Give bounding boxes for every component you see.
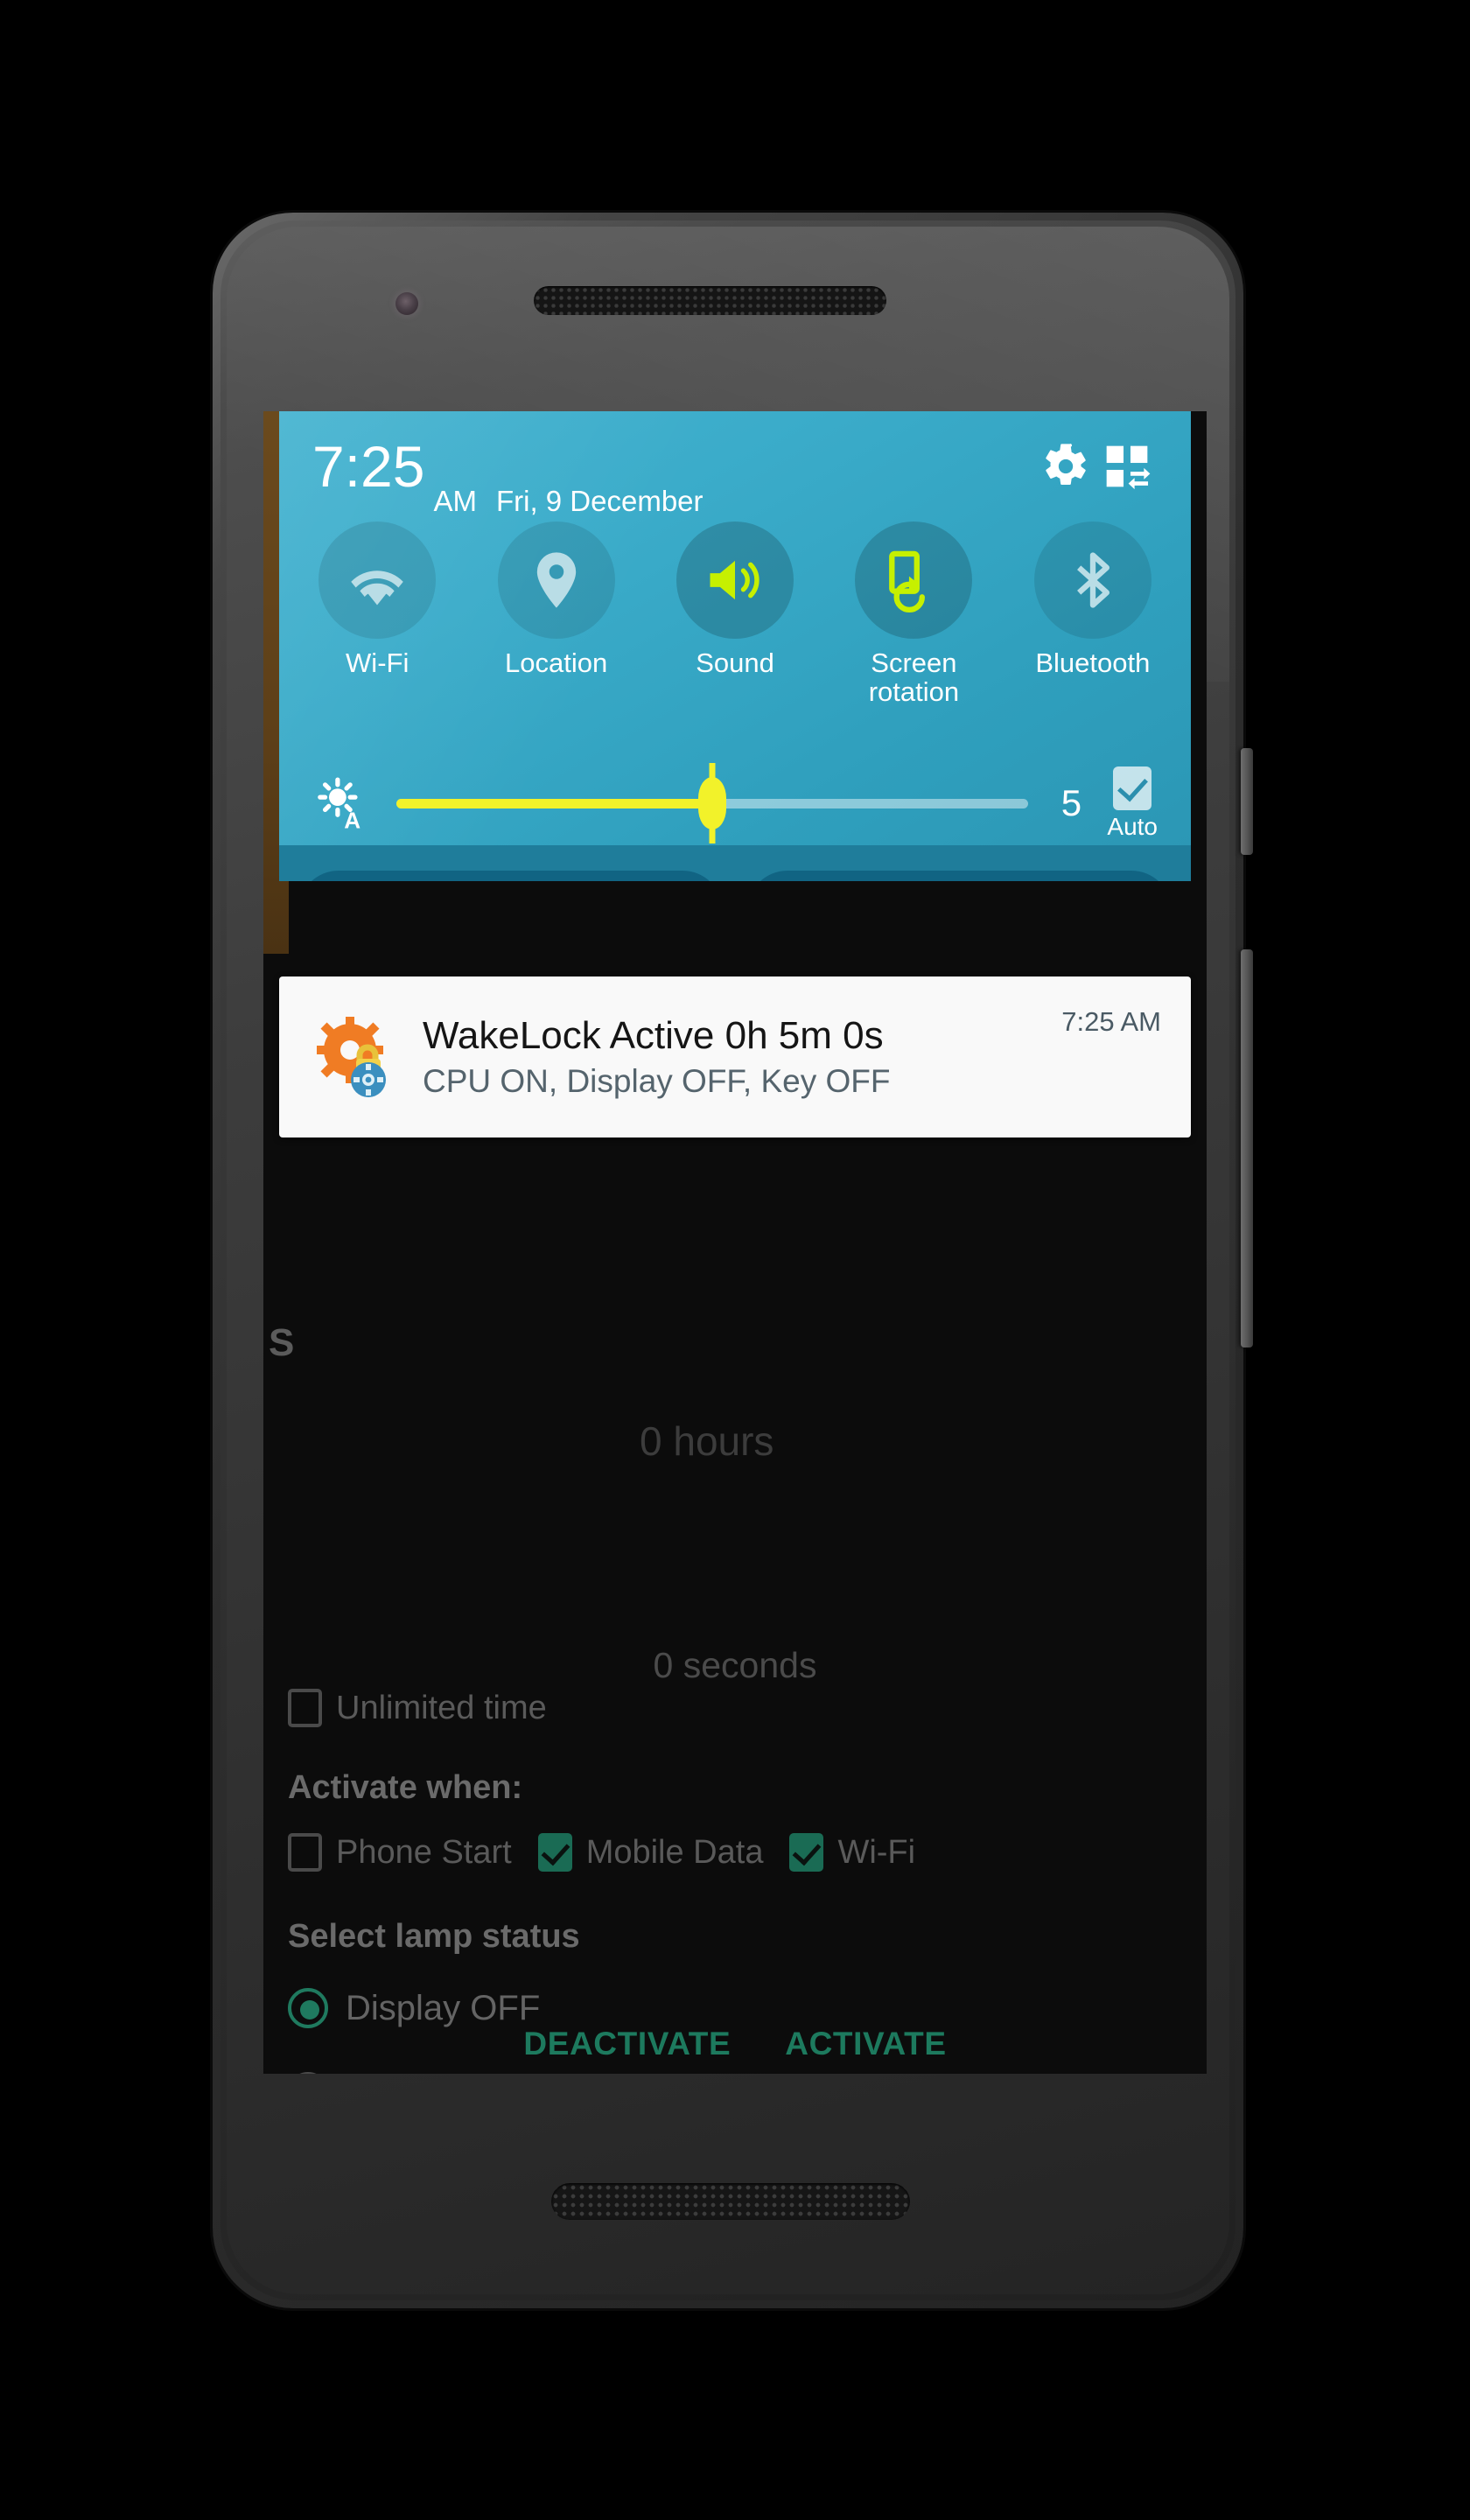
svg-text:A: A (344, 808, 360, 832)
clock-time: 7:25 (312, 434, 425, 499)
toggle-bluetooth[interactable]: Bluetooth (1004, 522, 1182, 740)
toggle-screen-rotation-label: Screen rotation (868, 648, 960, 707)
seconds-label: 0 seconds (653, 1645, 817, 1685)
toggle-location[interactable]: Location (466, 522, 645, 740)
earpiece-speaker-grille (534, 286, 886, 315)
toggle-bluetooth-label: Bluetooth (1035, 648, 1151, 678)
notification-title: WakeLock Active 0h 5m 0s (423, 1013, 884, 1057)
unlimited-time-label: Unlimited time (336, 1689, 547, 1726)
activate-when-heading: Activate when: (288, 1769, 523, 1806)
wifi-icon (351, 570, 403, 606)
toggle-screen-rotation-circle[interactable] (855, 522, 973, 639)
brightness-auto-icon: A (318, 777, 360, 832)
location-pin-icon (536, 552, 576, 608)
brightness-slider-fill (396, 798, 713, 808)
toggle-bluetooth-circle[interactable] (1033, 522, 1152, 639)
mobile-data-checkbox[interactable] (537, 1833, 572, 1872)
edit-quick-settings-button[interactable] (1096, 436, 1158, 497)
quick-settings-panel: 7:25 AM Fri, 9 December Wi-Fi Location S… (279, 411, 1191, 881)
activate-button[interactable]: ACTIVATE (785, 2026, 946, 2062)
date-label: Fri, 9 December (495, 485, 704, 517)
bluetooth-icon (1076, 552, 1110, 608)
gear-icon (1046, 444, 1086, 485)
wifi-checkbox-label: Wi-Fi (837, 1833, 916, 1871)
clock-ampm: AM (433, 485, 477, 517)
lamp-option-display-off[interactable]: Display OFF (288, 1988, 540, 2028)
radio-display-dim[interactable] (288, 2072, 328, 2074)
toggle-wifi[interactable]: Wi-Fi (288, 522, 466, 740)
radio-display-dim-label: Display DIM (346, 2073, 535, 2075)
quick-actions-row: S Finder Quick connect (279, 845, 1191, 881)
brightness-row: A 5 Auto (279, 761, 1191, 845)
bottom-speaker-grille (551, 2183, 910, 2220)
settings-gear-button[interactable] (1035, 436, 1096, 497)
quick-toggle-row: Wi-Fi Location Sound Screen rotation Blu… (279, 522, 1191, 740)
screen-rotation-icon (889, 550, 926, 613)
brightness-slider-track[interactable] (396, 777, 1029, 830)
app-peek-hours: 0 hours (640, 1418, 774, 1464)
auto-brightness-toggle[interactable]: Auto (1107, 766, 1158, 841)
toggle-wifi-label: Wi-Fi (346, 648, 410, 678)
toggle-location-circle[interactable] (497, 522, 615, 639)
quick-settings-edit-icon (1106, 445, 1151, 490)
deactivate-button[interactable]: DEACTIVATE (523, 2026, 731, 2062)
app-peek-letter: S (269, 1321, 295, 1364)
brightness-slider-thumb[interactable] (698, 777, 727, 830)
power-button[interactable] (1241, 748, 1253, 855)
s-finder-button[interactable]: S Finder (298, 871, 723, 881)
radio-display-off[interactable] (288, 1988, 328, 2028)
mobile-data-label: Mobile Data (585, 1833, 764, 1871)
unlimited-time-checkbox[interactable] (288, 1689, 322, 1727)
notification-time: 7:25 AM (1061, 1006, 1161, 1037)
notification-text-block: WakeLock Active 0h 5m 0s CPU ON, Display… (423, 1014, 1061, 1101)
quick-connect-button[interactable]: Quick connect (747, 871, 1172, 881)
auto-brightness-checkbox[interactable] (1113, 766, 1152, 810)
app-action-row: DEACTIVATE ACTIVATE (263, 2026, 1207, 2062)
activate-when-row: Phone Start Mobile Data Wi-Fi (288, 1833, 915, 1872)
lamp-option-display-dim[interactable]: Display DIM (288, 2072, 535, 2074)
notification-subtitle: CPU ON, Display OFF, Key OFF (423, 1063, 891, 1100)
unlimited-time-checkbox-row[interactable]: Unlimited time (288, 1689, 547, 1727)
front-camera-icon (396, 292, 418, 315)
toggle-sound[interactable]: Sound (646, 522, 824, 740)
screenshot-root: S 0 hours 0 seconds Unlimited time Activ… (0, 0, 1470, 2520)
sound-speaker-icon (710, 560, 760, 600)
phone-start-label: Phone Start (336, 1833, 512, 1871)
phone-start-checkbox[interactable] (288, 1833, 322, 1872)
phone-screen: S 0 hours 0 seconds Unlimited time Activ… (263, 411, 1207, 2074)
toggle-sound-label: Sound (696, 648, 774, 678)
wakelock-gear-lock-icon (309, 1010, 403, 1104)
status-bar-header: 7:25 AM Fri, 9 December (279, 411, 1191, 522)
toggle-sound-circle[interactable] (676, 522, 794, 639)
volume-rocker-button[interactable] (1241, 949, 1253, 1348)
auto-brightness-label: Auto (1107, 812, 1158, 840)
brightness-value: 5 (1060, 782, 1082, 823)
toggle-wifi-circle[interactable] (318, 522, 437, 639)
toggle-location-label: Location (505, 648, 608, 678)
lamp-status-heading: Select lamp status (288, 1918, 580, 1955)
toggle-screen-rotation[interactable]: Screen rotation (824, 522, 1003, 740)
wifi-checkbox[interactable] (789, 1833, 824, 1872)
radio-display-off-label: Display OFF (346, 1988, 541, 2027)
notification-card[interactable]: WakeLock Active 0h 5m 0s CPU ON, Display… (279, 976, 1191, 1138)
